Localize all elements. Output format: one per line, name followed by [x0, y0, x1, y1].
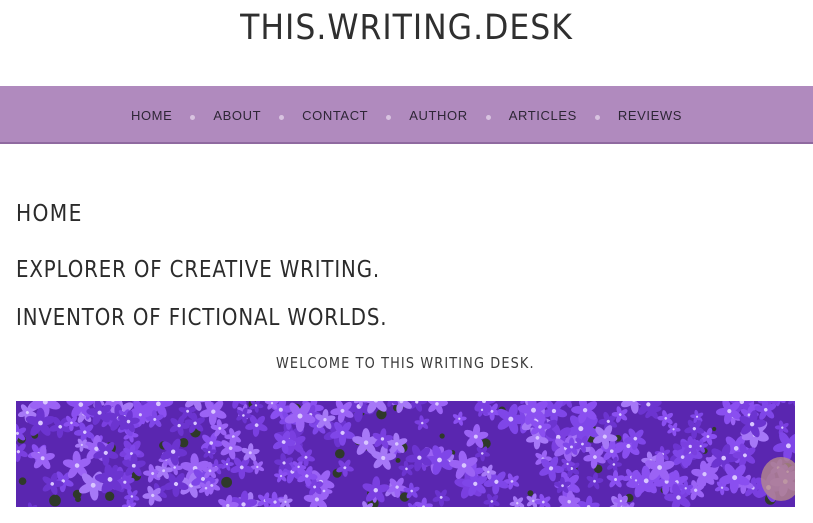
nav-separator-dot [190, 114, 196, 120]
nav-separator-dot [594, 114, 600, 120]
site-title-link[interactable]: THIS.WRITING.DESK [0, 4, 813, 52]
nav-list: HOME ABOUT CONTACT AUTHOR ARTICLES REVIE… [0, 86, 813, 142]
main-navigation: HOME ABOUT CONTACT AUTHOR ARTICLES REVIE… [0, 86, 813, 144]
nav-item-articles[interactable]: ARTICLES [509, 108, 577, 123]
main-content: HOME EXPLORER OF CREATIVE WRITING. INVEN… [16, 144, 795, 523]
page-title: HOME [16, 201, 83, 227]
nav-item-reviews[interactable]: REVIEWS [618, 108, 682, 123]
tagline-explorer: EXPLORER OF CREATIVE WRITING. [16, 257, 381, 283]
nav-separator-dot [485, 114, 491, 120]
nav-item-contact[interactable]: CONTACT [302, 108, 368, 123]
welcome-text-label: WELCOME TO THIS WRITING DESK. [276, 354, 535, 372]
nav-separator-dot [279, 114, 285, 120]
nav-item-home[interactable]: HOME [131, 108, 172, 123]
welcome-text: WELCOME TO THIS WRITING DESK. [16, 353, 795, 373]
purple-flowers-photo-icon [16, 401, 795, 507]
nav-item-author[interactable]: AUTHOR [409, 108, 468, 123]
hero-image [16, 401, 795, 507]
nav-separator-dot [386, 114, 392, 120]
nav-item-about[interactable]: ABOUT [213, 108, 261, 123]
tagline-inventor: INVENTOR OF FICTIONAL WORLDS. [16, 305, 388, 331]
site-header: THIS.WRITING.DESK [0, 0, 813, 86]
